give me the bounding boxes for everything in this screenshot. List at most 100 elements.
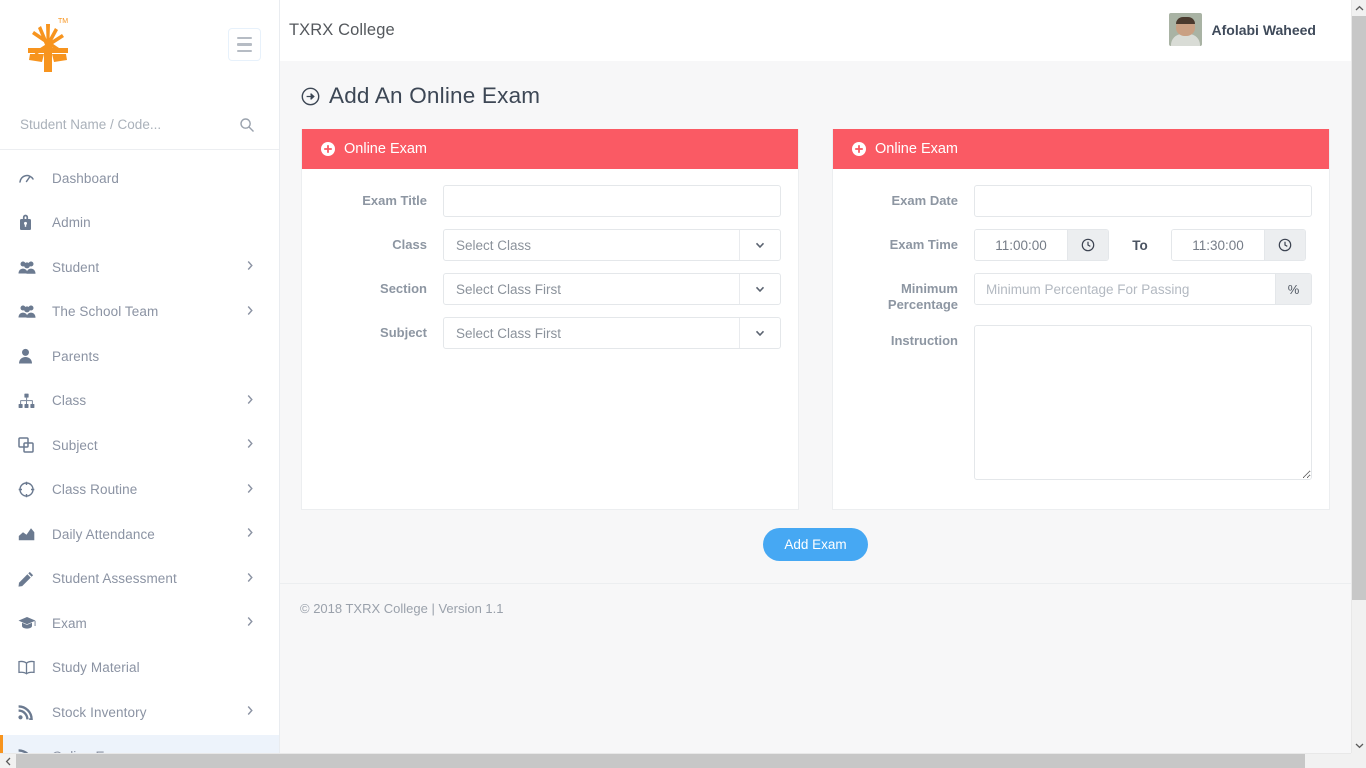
exam-date-input[interactable]: [974, 185, 1312, 217]
exam-title-input[interactable]: [443, 185, 781, 217]
chevron-right-icon[interactable]: [245, 705, 255, 720]
scroll-left-arrow-icon[interactable]: [0, 754, 16, 768]
right-card-title: Online Exam: [875, 141, 958, 157]
chevron-down-icon[interactable]: [739, 230, 780, 260]
sidebar-item-dashboard[interactable]: Dashboard: [0, 156, 279, 201]
clock-icon[interactable]: [1264, 230, 1305, 260]
vertical-scroll-thumb[interactable]: [1352, 16, 1366, 600]
minimum-percentage-label-line2: Percentage: [888, 297, 958, 312]
class-select[interactable]: Select Class: [443, 229, 781, 261]
pencil-icon: [18, 571, 44, 587]
page-title: Add An Online Exam: [329, 83, 540, 109]
sidebar-item-exam[interactable]: Exam: [0, 601, 279, 646]
instruction-textarea[interactable]: [974, 325, 1312, 480]
sidebar-item-stock-inventory[interactable]: Stock Inventory: [0, 690, 279, 735]
right-card-body: Exam Date Exam Time: [833, 169, 1329, 509]
chevron-down-icon[interactable]: [739, 318, 780, 348]
hamburger-bar: [237, 37, 252, 40]
exam-time-to-input[interactable]: [1172, 230, 1264, 260]
chevron-right-icon[interactable]: [245, 260, 255, 275]
left-online-exam-card: Online Exam Exam Title Class Select Cl: [301, 129, 799, 510]
user-name: Afolabi Waheed: [1212, 22, 1317, 38]
right-card-header: Online Exam: [833, 129, 1329, 169]
chevron-right-icon[interactable]: [245, 482, 255, 497]
avatar: [1169, 13, 1202, 46]
search-input[interactable]: [18, 116, 223, 133]
sidebar-item-label: Class: [52, 393, 86, 408]
sidebar-item-label: Daily Attendance: [52, 527, 155, 542]
sidebar-item-student[interactable]: Student: [0, 245, 279, 290]
hamburger-bar: [237, 50, 252, 53]
sidebar-item-admin[interactable]: Admin: [0, 201, 279, 246]
sidebar-item-label: Student: [52, 260, 99, 275]
minimum-percentage-input[interactable]: [975, 274, 1275, 304]
subject-select-value: Select Class First: [444, 318, 739, 348]
percent-addon: %: [1275, 274, 1311, 304]
field-subject: Subject Select Class First: [319, 317, 781, 349]
plus-circle-icon: [852, 142, 866, 156]
clock-icon[interactable]: [1067, 230, 1108, 260]
class-select-value: Select Class: [444, 230, 739, 260]
user-menu[interactable]: Afolabi Waheed: [1169, 13, 1317, 46]
chevron-right-icon[interactable]: [245, 393, 255, 408]
add-exam-button[interactable]: Add Exam: [763, 528, 867, 561]
exam-time-row: To: [974, 229, 1312, 261]
avatar-hair: [1176, 17, 1195, 24]
sidebar-nav: Dashboard Admin Student The School TeamPare…: [0, 150, 279, 753]
left-card-title: Online Exam: [344, 141, 427, 157]
chevron-right-icon[interactable]: [245, 616, 255, 631]
exam-time-from-field: [974, 229, 1109, 261]
chart-area-icon: [18, 527, 44, 541]
sidebar-item-label: Admin: [52, 215, 91, 230]
sidebar-item-label: Study Material: [52, 660, 140, 675]
sidebar-item-student-assessment[interactable]: Student Assessment: [0, 557, 279, 602]
vertical-scrollbar[interactable]: [1351, 0, 1366, 753]
users-icon: [18, 260, 44, 275]
scroll-up-arrow-icon[interactable]: [1352, 0, 1366, 16]
arrow-circle-right-icon: [300, 86, 321, 107]
chevron-right-icon[interactable]: [245, 527, 255, 542]
plus-circle-icon: [321, 142, 335, 156]
school-name: TXRX College: [289, 21, 395, 40]
sidebar-item-parents[interactable]: Parents: [0, 334, 279, 379]
form-actions: Add Exam: [280, 528, 1351, 561]
exam-time-label: Exam Time: [850, 229, 974, 253]
sidebar-item-daily-attendance[interactable]: Daily Attendance: [0, 512, 279, 557]
search-icon[interactable]: [239, 117, 255, 133]
topbar: TXRX College Afolabi Waheed: [280, 0, 1351, 61]
horizontal-scrollbar[interactable]: [0, 753, 1366, 768]
sidebar-item-the-school-team[interactable]: The School Team: [0, 290, 279, 335]
subject-select[interactable]: Select Class First: [443, 317, 781, 349]
field-minimum-percentage: Minimum Percentage %: [850, 273, 1312, 313]
chevron-right-icon[interactable]: [245, 438, 255, 453]
sidebar-item-class-routine[interactable]: Class Routine: [0, 468, 279, 513]
field-class: Class Select Class: [319, 229, 781, 261]
right-online-exam-card: Online Exam Exam Date Exam Time: [832, 129, 1330, 510]
horizontal-scroll-thumb[interactable]: [16, 754, 1305, 768]
sitemap-icon: [18, 393, 44, 409]
rss-icon: [18, 705, 44, 720]
scroll-down-arrow-icon[interactable]: [1352, 737, 1366, 753]
users-icon: [18, 304, 44, 319]
sidebar-brand-bar: TM: [0, 0, 279, 100]
minimum-percentage-label: Minimum Percentage: [850, 273, 974, 313]
class-label: Class: [319, 229, 443, 253]
gauge-icon: [18, 170, 44, 187]
sidebar-item-subject[interactable]: Subject: [0, 423, 279, 468]
section-label: Section: [319, 273, 443, 297]
field-section: Section Select Class First: [319, 273, 781, 305]
chevron-right-icon[interactable]: [245, 304, 255, 319]
sidebar-item-class[interactable]: Class: [0, 379, 279, 424]
exam-date-label: Exam Date: [850, 185, 974, 209]
exam-time-from-input[interactable]: [975, 230, 1067, 260]
app-window: TM DashboardAdminStudentThe School TeamP…: [0, 0, 1366, 768]
sidebar-search: [0, 100, 279, 150]
sidebar-item-label: Subject: [52, 438, 98, 453]
section-select[interactable]: Select Class First: [443, 273, 781, 305]
sidebar-toggle-button[interactable]: [228, 28, 261, 61]
field-exam-title: Exam Title: [319, 185, 781, 217]
sidebar-item-study-material[interactable]: Study Material: [0, 646, 279, 691]
sidebar-item-online-exam[interactable]: Online Exam: [0, 735, 279, 754]
chevron-right-icon[interactable]: [245, 571, 255, 586]
chevron-down-icon[interactable]: [739, 274, 780, 304]
